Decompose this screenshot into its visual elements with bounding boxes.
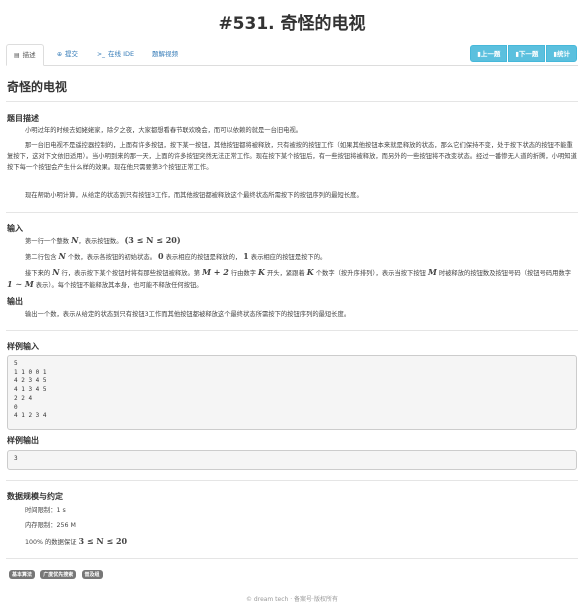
tab-description[interactable]: ▤ 描述 bbox=[6, 44, 44, 66]
input-text: 开头，紧跟着 bbox=[266, 270, 305, 277]
math-var: N bbox=[52, 267, 60, 277]
math-one: 1 bbox=[243, 251, 249, 261]
output-text: 输出一个数，表示从给定的状态到只有按钮3工作而其他按钮都被释放这个最终状态所需按… bbox=[25, 311, 351, 318]
footer-text: © dream tech · 备案号·版权所有 bbox=[246, 596, 338, 603]
sample-output-block: 3 bbox=[7, 450, 577, 470]
page-title: #531. 奇怪的电视 bbox=[218, 14, 366, 34]
output-heading: 输出 bbox=[7, 297, 23, 306]
input-text: 个数，表示各按钮的初始状态。 bbox=[67, 254, 156, 261]
input-text: 行由数字 bbox=[230, 270, 256, 277]
tab-label: 题解视频 bbox=[152, 50, 178, 58]
input-text: 表示）。每个按钮不能释放其本身，也可能不释放任何按钮。 bbox=[35, 282, 203, 289]
sample-output-heading: 样例输出 bbox=[7, 436, 39, 445]
description-paragraph-3: 现在帮助小明计算，从给定的状态到只有按钮3工作，而其他按钮都被释放这个最终状态所… bbox=[25, 192, 363, 199]
input-heading: 输入 bbox=[7, 224, 23, 233]
tab-submit[interactable]: ⊕ 提交 bbox=[50, 44, 85, 66]
divider bbox=[6, 212, 578, 213]
plus-circle-icon: ⊕ bbox=[57, 51, 63, 58]
prev-problem-button[interactable]: ▮上一题 bbox=[470, 45, 508, 62]
input-text: ，表示按钮数。 bbox=[78, 238, 123, 245]
math-range: 1 ∼ M bbox=[7, 279, 34, 289]
tab-label: 提交 bbox=[65, 50, 79, 58]
input-text: 个数字（按升序排列），表示当按下按钮 bbox=[315, 270, 426, 277]
math-var: M bbox=[427, 267, 437, 277]
description-heading: 题目描述 bbox=[7, 114, 39, 123]
tab-label: 在线 IDE bbox=[108, 50, 135, 58]
divider bbox=[6, 480, 578, 481]
description-paragraph-1: 小明过年的时候去如姥姥家，除夕之夜，大家都想看春节联欢晚会，而可以依赖的就是一台… bbox=[25, 127, 303, 134]
input-line-2: 第二行包含 N 个数，表示各按钮的初始状态。 0 表示相应的按钮是释放的， 1 … bbox=[7, 251, 577, 263]
tag-list: 基本算法 广度优先搜索 普及组 bbox=[9, 570, 106, 579]
sample-input-heading: 样例输入 bbox=[7, 342, 39, 351]
data-guarantee: 100% 的数据保证 3 ≤ N ≤ 20 bbox=[25, 536, 577, 548]
divider bbox=[6, 330, 578, 331]
time-limit: 时间限制：1 s bbox=[25, 507, 66, 514]
input-line-1: 第一行一个整数 N，表示按钮数。 (3 ≤ N ≤ 20) bbox=[7, 235, 577, 247]
math-range: 3 ≤ N ≤ 20 bbox=[78, 536, 128, 546]
math-expr: M + 2 bbox=[202, 267, 229, 277]
math-var: K bbox=[306, 267, 314, 277]
tag-bfs[interactable]: 广度优先搜索 bbox=[40, 570, 77, 579]
math-range: (3 ≤ N ≤ 20) bbox=[124, 235, 181, 245]
tab-solution-video[interactable]: 题解视频 bbox=[145, 44, 185, 66]
terminal-icon: >_ bbox=[97, 51, 106, 58]
divider bbox=[6, 558, 578, 559]
memory-limit: 内存限制：256 M bbox=[25, 522, 76, 529]
tab-label: 描述 bbox=[22, 51, 36, 59]
list-icon: ▤ bbox=[14, 52, 20, 59]
input-text: 接下来的 bbox=[25, 270, 51, 277]
input-text: 表示相应的按钮是释放的， bbox=[165, 254, 242, 261]
next-problem-button[interactable]: ▮下一题 bbox=[508, 45, 546, 62]
input-text: 第二行包含 bbox=[25, 254, 57, 261]
tab-online-ide[interactable]: >_ 在线 IDE bbox=[90, 44, 141, 66]
problem-name: 奇怪的电视 bbox=[7, 80, 68, 94]
input-text: 时被释放的按钮数及按钮号码（按钮号码用数字 bbox=[438, 270, 572, 277]
input-text: 行，表示按下某个按钮时将有那些按钮被释放。第 bbox=[61, 270, 201, 277]
math-var: N bbox=[58, 251, 66, 261]
statistics-button[interactable]: ▮统计 bbox=[546, 45, 577, 62]
math-var: K bbox=[258, 267, 265, 277]
input-text: 表示相应的按钮是按下的。 bbox=[250, 254, 327, 261]
nav-button-group: ▮上一题 ▮下一题 ▮统计 bbox=[470, 45, 577, 62]
description-paragraph-2: 那一台旧电视不是遥控器控制的，上面有许多按钮，按下某一按钮，其他按钮都将被释放，… bbox=[7, 142, 577, 171]
input-line-3: 接下来的 N 行，表示按下某个按钮时将有那些按钮被释放。第 M + 2 行由数字… bbox=[7, 267, 577, 291]
tag-basic-algorithm[interactable]: 基本算法 bbox=[9, 570, 36, 579]
input-text: 第一行一个整数 bbox=[25, 238, 70, 245]
tag-level[interactable]: 普及组 bbox=[81, 570, 103, 579]
divider bbox=[6, 101, 578, 102]
limits-heading: 数据规模与约定 bbox=[7, 492, 63, 501]
guarantee-text: 100% 的数据保证 bbox=[25, 539, 77, 546]
math-zero: 0 bbox=[158, 251, 164, 261]
sample-input-block: 5 1 1 0 0 1 4 2 3 4 5 4 1 3 4 5 2 2 4 0 … bbox=[7, 355, 577, 430]
